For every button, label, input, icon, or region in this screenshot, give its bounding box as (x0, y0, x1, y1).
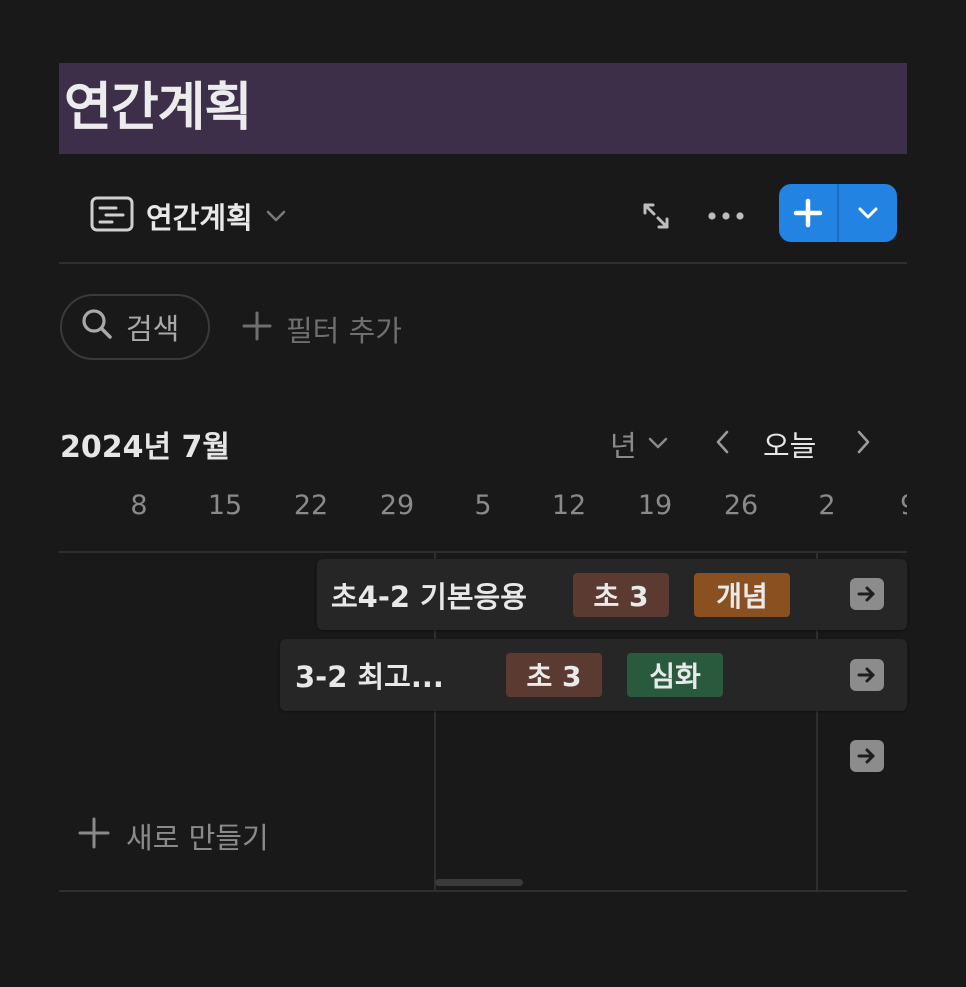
view-selector[interactable]: 연간계획 (90, 194, 287, 238)
date-tick: 26 (723, 490, 759, 521)
view-name: 연간계획 (146, 201, 253, 235)
plus-icon (242, 311, 272, 348)
date-tick: 22 (293, 490, 329, 521)
search-icon (80, 307, 114, 348)
new-item-label: 새로 만들기 (126, 821, 269, 855)
item-title: 3-2 최고... (295, 660, 444, 694)
date-tick: 19 (637, 490, 673, 521)
date-tick: 29 (379, 490, 415, 521)
range-label: 년 (610, 429, 637, 463)
chevron-down-icon (647, 435, 669, 454)
plus-icon[interactable] (779, 184, 837, 242)
timeline-item[interactable]: 초4-2 기본응용 초 3 개념 (317, 559, 907, 630)
next-button[interactable] (852, 422, 874, 466)
open-item-arrow-icon[interactable] (850, 659, 884, 691)
month-label: 2024년 7월 (60, 430, 231, 465)
date-tick: 15 (207, 490, 243, 521)
timeline-header-divider (59, 551, 907, 553)
expand-arrows-icon[interactable] (636, 196, 676, 236)
today-button[interactable]: 오늘 (763, 422, 816, 466)
add-filter-label: 필터 추가 (286, 314, 402, 348)
toolbar-divider (59, 262, 907, 264)
more-dots-icon[interactable] (704, 196, 748, 236)
timeline-item[interactable]: 3-2 최고... 초 3 심화 (280, 639, 907, 711)
timeline-view-icon (90, 196, 134, 236)
open-item-arrow-icon[interactable] (850, 578, 884, 610)
new-dropdown-chevron-icon[interactable] (839, 184, 897, 242)
item-title: 초4-2 기본응용 (331, 579, 527, 614)
date-tick: 12 (551, 490, 587, 521)
date-tick: 9 (900, 490, 907, 521)
horizontal-scrollbar[interactable] (435, 879, 523, 886)
page-title[interactable]: 연간계획 (64, 70, 252, 146)
add-filter-button[interactable]: 필터 추가 (242, 308, 402, 350)
search-button[interactable]: 검색 (60, 294, 210, 360)
timeline-bottom-divider (59, 890, 907, 892)
date-tick: 2 (818, 490, 836, 521)
tag-grade: 초 3 (506, 653, 602, 697)
date-tick: 5 (474, 490, 492, 521)
tag-grade: 초 3 (573, 572, 669, 617)
search-label: 검색 (126, 312, 180, 346)
new-item-row-button[interactable]: 새로 만들기 (78, 815, 269, 857)
open-item-arrow-icon[interactable] (850, 740, 884, 772)
chevron-left-icon (712, 429, 734, 459)
range-selector[interactable]: 년 (610, 422, 669, 466)
new-item-button[interactable] (779, 184, 897, 242)
tag-type: 개념 (694, 572, 790, 617)
chevron-right-icon (852, 429, 874, 459)
chevron-down-icon (265, 204, 287, 229)
tag-type: 심화 (627, 653, 723, 697)
plus-icon (78, 817, 110, 856)
date-tick: 8 (130, 490, 148, 521)
prev-button[interactable] (712, 422, 734, 466)
